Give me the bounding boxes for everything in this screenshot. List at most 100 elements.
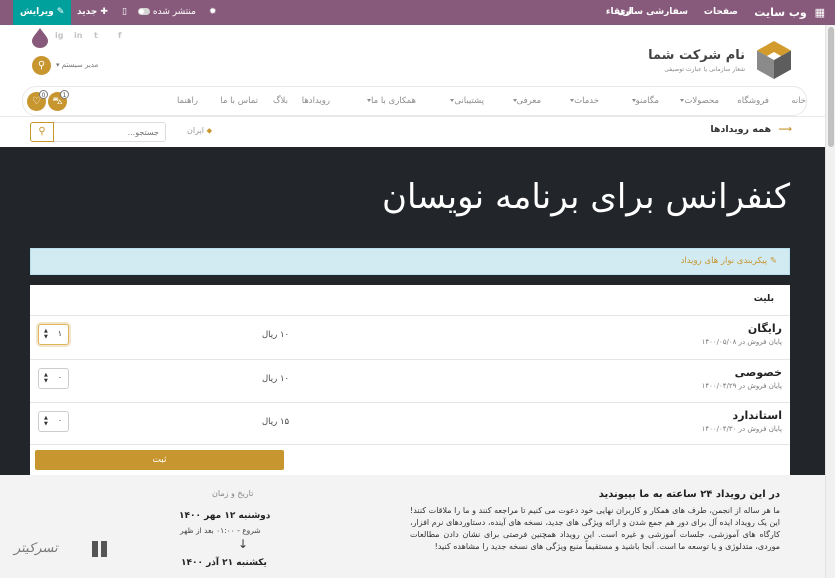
ticket-name: رایگان: [747, 322, 782, 335]
header-search-button[interactable]: ⚲: [32, 56, 51, 75]
plus-icon: ✚: [100, 7, 108, 17]
search-icon: ⚲: [38, 126, 46, 137]
logo-bar-icon: [92, 541, 98, 557]
ticket-quantity-select[interactable]: ▲ ▼ ۰: [38, 368, 69, 389]
ticket-row: خصوصی پایان فروش در ۱۴۰۰/۰۴/۲۹ ۱۰ ریال ▲…: [30, 359, 790, 402]
back-label: همه رویدادها: [710, 124, 772, 135]
company-tagline: شعار سازمانی یا عبارت توصیفی: [664, 66, 745, 73]
nav-products[interactable]: محصولات: [677, 96, 719, 106]
nav-careers[interactable]: همکاری با ما: [364, 96, 416, 106]
watermark-text: تسرکیتر: [14, 541, 58, 556]
ticket-quantity-select[interactable]: ▲ ▼ ۰: [38, 411, 69, 432]
start-date: دوشنبه ۱۲ مهر ۱۴۰۰: [179, 511, 271, 521]
watermark-logo: تسرکیتر: [12, 537, 112, 563]
tickets-panel: بلیت رایگان پایان فروش در ۱۴۰۰/۰۵/۰۸ ۱۰ …: [30, 285, 790, 475]
nav-services[interactable]: خدمات: [567, 96, 599, 106]
menu-upgrade[interactable]: ارتقاء: [606, 0, 632, 25]
scrollbar-thumb[interactable]: [828, 27, 834, 147]
nav-services-label: خدمات: [574, 96, 599, 106]
datetime-heading: تاریخ و زمان: [212, 489, 254, 498]
updown-icon: ▲ ▼: [44, 415, 48, 427]
new-label: جدید: [77, 7, 98, 17]
event-title: کنفرانس برای برنامه نویسان: [382, 177, 790, 217]
snippet-config-bar[interactable]: ✎ پیکربندی نوار های رویداد: [30, 248, 790, 275]
updown-icon: ▲ ▼: [44, 372, 48, 384]
arrow-down-icon: ↓: [238, 537, 249, 551]
website-topbar: وب سایت ▦ صفحات سفارشی سازی ارتقاء ✹ منت…: [0, 0, 835, 25]
mobile-preview-icon[interactable]: ▯: [122, 0, 127, 25]
cart-count-badge: 1: [60, 90, 69, 99]
apps-menu-button[interactable]: وب سایت ▦: [754, 0, 825, 25]
logo-bar-icon: [101, 541, 107, 557]
grid-icon: ▦: [814, 6, 825, 19]
updown-icon: ▲ ▼: [44, 328, 48, 340]
nav-support-label: پشتیبانی: [454, 96, 484, 106]
snippet-config-label: پیکربندی نوار های رویداد: [680, 256, 768, 266]
nav-products-label: محصولات: [684, 96, 719, 106]
facebook-icon[interactable]: f: [118, 31, 121, 40]
page: نام شرکت شما شعار سازمانی یا عبارت توصیف…: [0, 25, 825, 578]
about-title: در این رویداد ۲۴ ساعته به ما بپیوندید: [598, 489, 780, 500]
event-details: در این رویداد ۲۴ ساعته به ما بپیوندید ما…: [0, 475, 825, 578]
ticket-row: استاندارد پایان فروش در ۱۴۰۰/۰۴/۳۰ ۱۵ ری…: [30, 402, 790, 445]
arrow-right-icon: ⟶: [778, 124, 792, 135]
ticket-quantity-value: ۰: [57, 373, 62, 382]
edit-button[interactable]: ویرایش ✎: [13, 0, 72, 25]
chevron-down-icon: ▾: [56, 61, 60, 69]
page-scrollbar[interactable]: [825, 25, 835, 578]
menu-pages[interactable]: صفحات: [704, 0, 738, 25]
tickets-heading: بلیت: [753, 294, 774, 304]
nav-contact[interactable]: تماس با ما: [220, 96, 258, 106]
end-date: یکشنبه ۲۱ آذر ۱۴۰۰: [181, 558, 267, 568]
pencil-icon: ✎: [769, 256, 777, 266]
ticket-quantity-value: ۱: [57, 329, 62, 338]
nav-blog[interactable]: بلاگ: [273, 96, 288, 106]
back-to-events-link[interactable]: همه رویدادها ⟶: [710, 124, 792, 135]
ticket-quantity-select[interactable]: ▲ ▼ ۱: [38, 324, 69, 345]
publish-toggle[interactable]: منتشر شده: [135, 0, 196, 25]
company-logo-icon: [757, 41, 791, 79]
linkedin-icon[interactable]: in: [74, 31, 82, 40]
new-button[interactable]: جدید ✚: [77, 0, 108, 25]
nav-careers-label: همکاری با ما: [371, 96, 416, 106]
user-name: مدیر سیستم: [61, 61, 99, 69]
nav-support[interactable]: پشتیبانی: [447, 96, 484, 106]
user-menu[interactable]: ▾ مدیر سیستم: [56, 61, 98, 69]
ticket-price: ۱۵ ریال: [262, 417, 290, 427]
nav-shop[interactable]: فروشگاه: [737, 96, 769, 106]
nav-about-label: معرفی: [516, 96, 542, 106]
map-marker-icon: ⬥: [206, 126, 213, 135]
location-filter[interactable]: ایران ⬥: [187, 126, 212, 136]
edit-label: ویرایش: [20, 7, 54, 17]
ticket-price: ۱۰ ریال: [262, 330, 290, 340]
ticket-sale-end: پایان فروش در ۱۴۰۰/۰۴/۲۹: [701, 382, 782, 390]
ticket-name: استاندارد: [732, 409, 782, 422]
ticket-name: خصوصی: [734, 366, 782, 379]
ticket-price: ۱۰ ریال: [262, 374, 290, 384]
event-search-input[interactable]: [54, 122, 166, 142]
twitter-icon[interactable]: t: [94, 31, 98, 40]
ticket-row: رایگان پایان فروش در ۱۴۰۰/۰۵/۰۸ ۱۰ ریال …: [30, 315, 790, 359]
company-name: نام شرکت شما: [648, 48, 745, 63]
nav-megamenu-label: مگامنو: [635, 96, 659, 106]
nav-events[interactable]: رویدادها: [302, 96, 330, 106]
location-label: ایران: [187, 126, 204, 135]
nav-home[interactable]: خانه: [791, 96, 806, 106]
published-label: منتشر شده: [152, 7, 196, 17]
wishlist-count-badge: 0: [39, 90, 48, 99]
nav-about[interactable]: معرفی: [510, 96, 542, 106]
event-search-button[interactable]: ⚲: [30, 122, 54, 142]
start-time: شروع - ۰۱:۰۰ بعد از ظهر: [180, 526, 261, 535]
app-title: وب سایت: [754, 6, 807, 19]
register-button[interactable]: ثبت: [35, 450, 284, 470]
instagram-icon[interactable]: ig: [55, 31, 63, 40]
ticket-sale-end: پایان فروش در ۱۴۰۰/۰۵/۰۸: [701, 338, 782, 346]
nav-megamenu[interactable]: مگامنو: [629, 96, 659, 106]
bug-icon[interactable]: ✹: [209, 0, 217, 25]
nav-help[interactable]: راهنما: [177, 96, 198, 106]
ticket-sale-end: پایان فروش در ۱۴۰۰/۰۴/۳۰: [701, 425, 782, 433]
divider: [0, 116, 825, 117]
pencil-icon: ✎: [56, 7, 65, 17]
toggle-icon: [138, 8, 150, 15]
search-icon: ⚲: [37, 60, 46, 71]
